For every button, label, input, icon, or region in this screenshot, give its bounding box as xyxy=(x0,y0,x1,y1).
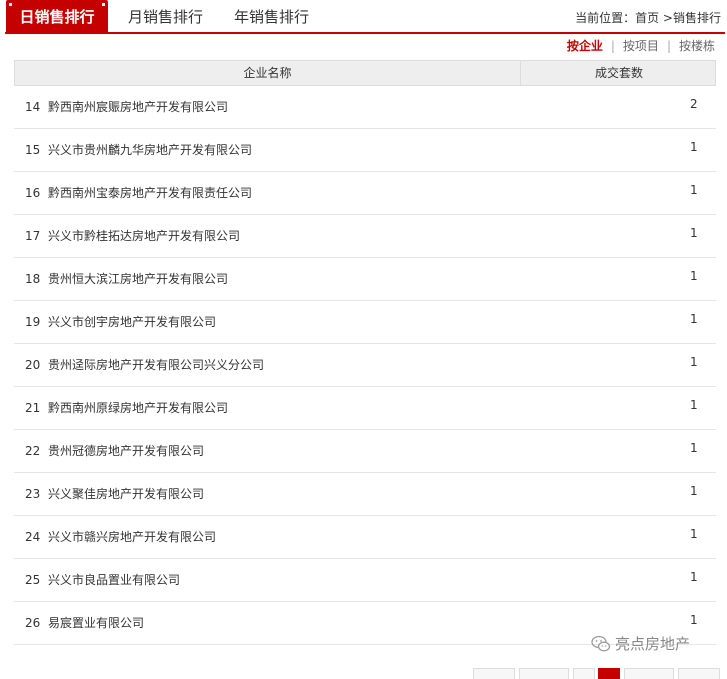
deal-count: 1 xyxy=(690,312,698,326)
column-header-company: 企业名称 xyxy=(15,61,521,85)
company-name: 黔西南州宸赈房地产开发有限公司 xyxy=(48,100,229,114)
deal-count: 1 xyxy=(690,269,698,283)
table-body: 14 黔西南州宸赈房地产开发有限公司 2 15 兴义市贵州麟九华房地产开发有限公司 1 16… xyxy=(14,86,716,645)
company-name: 兴义聚佳房地产开发有限公司 xyxy=(48,487,205,501)
breadcrumb-prefix: 当前位置： xyxy=(575,11,636,25)
table-row: 20 贵州迳际房地产开发有限公司兴义分公司 1 xyxy=(14,344,716,387)
company-name: 兴义市赣兴房地产开发有限公司 xyxy=(48,530,217,544)
company-name: 贵州冠德房地产开发有限公司 xyxy=(48,444,205,458)
deal-count: 1 xyxy=(690,140,698,154)
deal-count: 1 xyxy=(690,226,698,240)
deal-count: 1 xyxy=(690,570,698,584)
company-name: 黔西南州宝泰房地产开发有限责任公司 xyxy=(48,186,253,200)
table-row: 16 黔西南州宝泰房地产开发有限责任公司 1 xyxy=(14,172,716,215)
rank-number: 20 xyxy=(25,358,41,372)
deal-count: 1 xyxy=(690,613,698,627)
tab-daily-sales[interactable]: 日销售排行 xyxy=(6,0,108,32)
sort-by-company[interactable]: 按企业 xyxy=(567,39,603,53)
rank-number: 18 xyxy=(25,272,41,286)
sales-ranking-table: 企业名称 成交套数 14 黔西南州宸赈房地产开发有限公司 2 15 兴义市贵州麟九华房地… xyxy=(14,60,716,645)
sort-by-project[interactable]: 按项目 xyxy=(623,39,659,53)
table-row: 15 兴义市贵州麟九华房地产开发有限公司 1 xyxy=(14,129,716,172)
wechat-icon xyxy=(591,635,611,652)
table-row: 22 贵州冠德房地产开发有限公司 1 xyxy=(14,430,716,473)
rank-number: 23 xyxy=(25,487,41,501)
sort-separator: | xyxy=(610,39,615,53)
table-header: 企业名称 成交套数 xyxy=(14,60,716,86)
company-name: 兴义市黔桂拓达房地产开发有限公司 xyxy=(48,229,241,243)
table-row: 17 兴义市黔桂拓达房地产开发有限公司 1 xyxy=(14,215,716,258)
deal-count: 1 xyxy=(690,398,698,412)
table-row: 14 黔西南州宸赈房地产开发有限公司 2 xyxy=(14,86,716,129)
breadcrumb-current: 销售排行 xyxy=(672,11,721,25)
company-name: 兴义市创宇房地产开发有限公司 xyxy=(48,315,217,329)
breadcrumb: 当前位置：首页 >销售排行 xyxy=(575,0,721,32)
breadcrumb-separator: > xyxy=(659,11,673,25)
top-tab-bar: 日销售排行 月销售排行 年销售排行 当前位置：首页 >销售排行 xyxy=(0,0,727,34)
rank-number: 24 xyxy=(25,530,41,544)
rank-number: 22 xyxy=(25,444,41,458)
watermark-text: 亮点房地产 xyxy=(615,635,691,653)
table-row: 18 贵州恒大滨江房地产开发有限公司 1 xyxy=(14,258,716,301)
rank-number: 14 xyxy=(25,100,41,114)
sort-by-building[interactable]: 按楼栋 xyxy=(679,39,715,53)
tab-monthly-sales[interactable]: 月销售排行 xyxy=(128,0,203,32)
deal-count: 1 xyxy=(690,355,698,369)
breadcrumb-home-link[interactable]: 首页 xyxy=(635,11,659,25)
table-row: 19 兴义市创宇房地产开发有限公司 1 xyxy=(14,301,716,344)
deal-count: 2 xyxy=(690,97,698,111)
rank-number: 15 xyxy=(25,143,41,157)
table-row: 24 兴义市赣兴房地产开发有限公司 1 xyxy=(14,516,716,559)
deal-count: 1 xyxy=(690,441,698,455)
tab-yearly-sales[interactable]: 年销售排行 xyxy=(234,0,309,32)
table-row: 21 黔西南州原绿房地产开发有限公司 1 xyxy=(14,387,716,430)
tab-bar-divider xyxy=(5,32,725,34)
deal-count: 1 xyxy=(690,527,698,541)
rank-number: 25 xyxy=(25,573,41,587)
sort-options: 按企业 | 按项目 | 按楼栋 xyxy=(567,38,715,54)
rank-number: 21 xyxy=(25,401,41,415)
rank-number: 16 xyxy=(25,186,41,200)
company-name: 贵州恒大滨江房地产开发有限公司 xyxy=(48,272,229,286)
company-name: 兴义市良品置业有限公司 xyxy=(48,573,181,587)
company-name: 贵州迳际房地产开发有限公司兴义分公司 xyxy=(48,358,265,372)
column-header-deals: 成交套数 xyxy=(594,66,643,80)
company-name: 黔西南州原绿房地产开发有限公司 xyxy=(48,401,229,415)
rank-number: 17 xyxy=(25,229,41,243)
table-row: 25 兴义市良品置业有限公司 1 xyxy=(14,559,716,602)
sort-separator: | xyxy=(666,39,671,53)
company-name: 易宸置业有限公司 xyxy=(48,616,145,630)
deal-count: 1 xyxy=(690,183,698,197)
table-row: 23 兴义聚佳房地产开发有限公司 1 xyxy=(14,473,716,516)
rank-number: 19 xyxy=(25,315,41,329)
company-name: 兴义市贵州麟九华房地产开发有限公司 xyxy=(48,143,253,157)
rank-number: 26 xyxy=(25,616,41,630)
deal-count: 1 xyxy=(690,484,698,498)
